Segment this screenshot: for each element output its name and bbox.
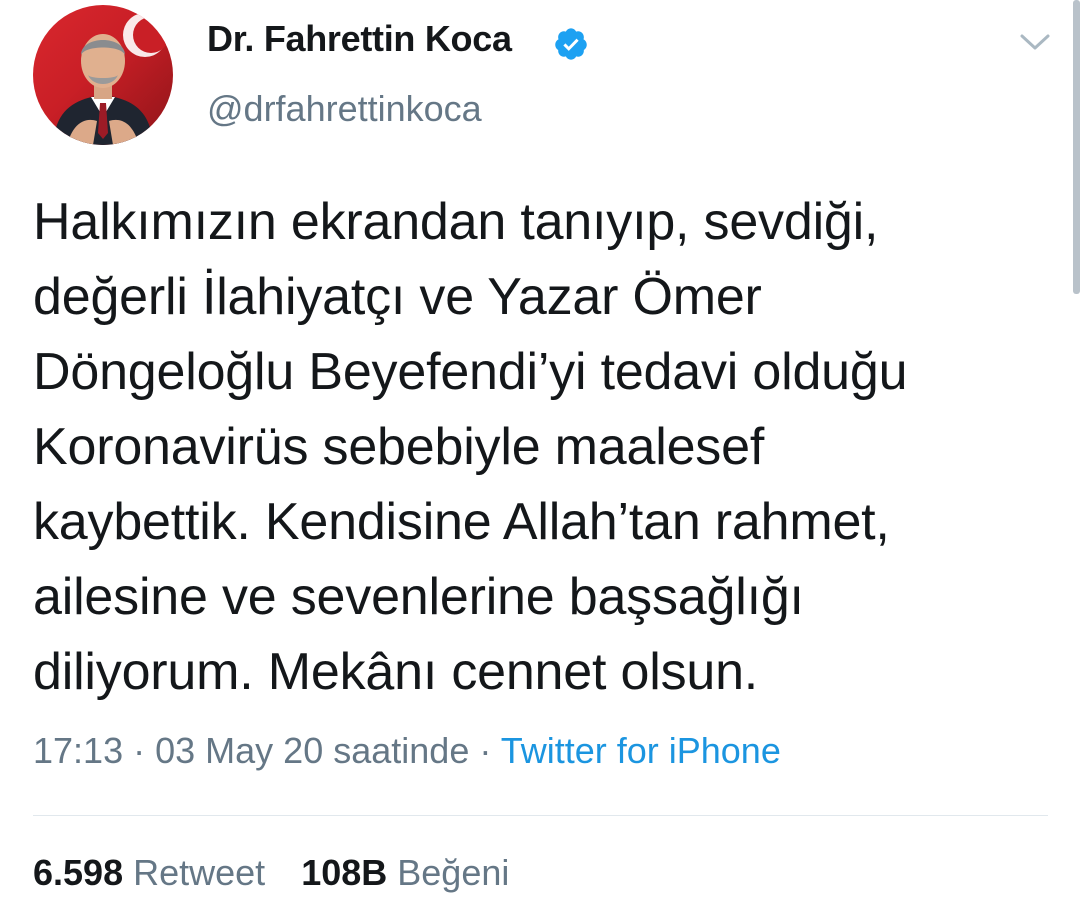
tweet-text-line: değerli İlahiyatçı ve Yazar Ömer [33, 268, 762, 326]
likes-count: 108B [301, 852, 388, 893]
chevron-down-icon[interactable] [1018, 30, 1052, 54]
tweet-text-line: diliyorum. Mekânı cennet olsun. [33, 643, 759, 701]
retweets-label: Retweet [133, 852, 266, 893]
tweet-metadata: 17:13 · 03 May 20 saatinde · Twitter for… [33, 730, 781, 772]
tweet-date[interactable]: 03 May 20 saatinde [155, 730, 469, 771]
author-display-name[interactable]: Dr. Fahrettin Koca [207, 18, 512, 60]
meta-separator: · [133, 730, 146, 771]
tweet-text-line: ailesine ve sevenlerine başsağlığı [33, 568, 804, 626]
tweet-text: Halkımızın ekrandan tanıyıp, sevdiği, de… [33, 185, 1063, 710]
divider [33, 815, 1048, 816]
engagement-stats: 6.598 Retweet 108B Beğeni [33, 852, 509, 894]
tweet-text-line: Halkımızın ekrandan tanıyıp, sevdiği, [33, 193, 879, 251]
likes-label: Beğeni [397, 852, 510, 893]
retweets-stat[interactable]: 6.598 Retweet [33, 852, 265, 893]
avatar[interactable] [33, 5, 173, 145]
tweet-source-link[interactable]: Twitter for iPhone [501, 730, 781, 771]
profile-photo [53, 13, 169, 145]
author-handle[interactable]: @drfahrettinkoca [207, 88, 482, 130]
meta-separator: · [479, 730, 492, 771]
tweet-text-line: kaybettik. Kendisine Allah’tan rahmet, [33, 493, 890, 551]
tweet-text-line: Koronavirüs sebebiyle maalesef [33, 418, 765, 476]
tweet-time[interactable]: 17:13 [33, 730, 123, 771]
likes-stat[interactable]: 108B Beğeni [301, 852, 509, 893]
retweets-count: 6.598 [33, 852, 124, 893]
tweet-text-line: Döngeloğlu Beyefendi’yi tedavi olduğu [33, 343, 908, 401]
verified-badge-icon [555, 28, 587, 60]
scrollbar[interactable] [1073, 0, 1080, 294]
